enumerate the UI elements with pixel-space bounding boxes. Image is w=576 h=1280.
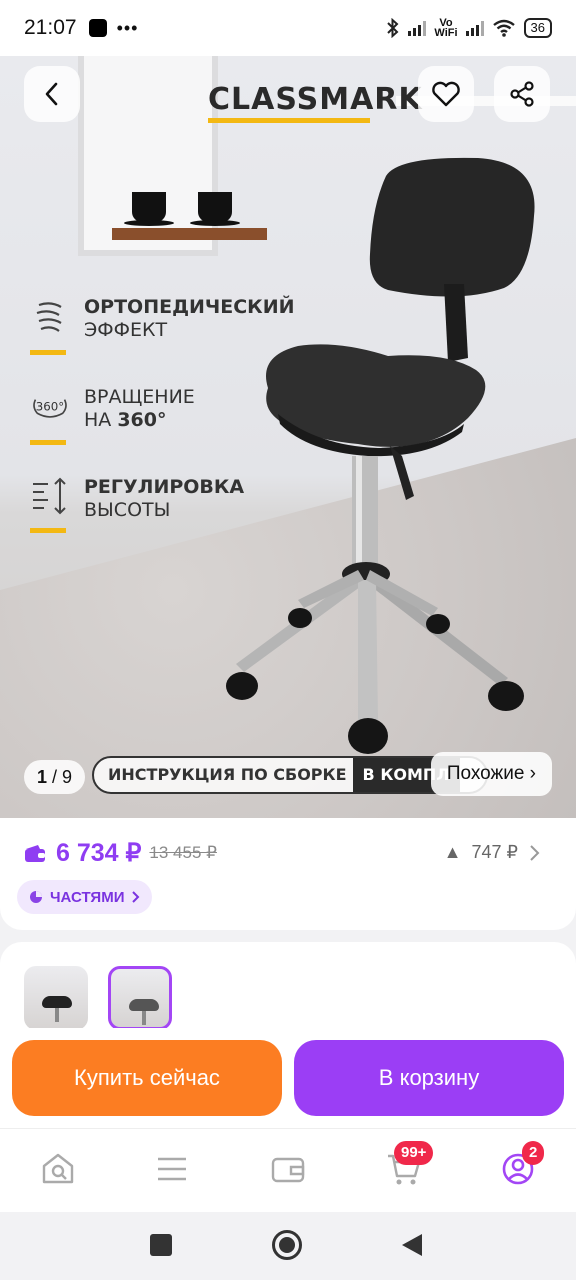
- assembly-instructions-banner[interactable]: ИНСТРУКЦИЯ ПО СБОРКЕ В КОМПЛ: [92, 756, 488, 794]
- assembly-text: ИНСТРУКЦИЯ ПО СБОРКЕ: [108, 765, 347, 784]
- similar-products-button[interactable]: Похожие ›: [430, 752, 552, 796]
- installments-button[interactable]: ЧАСТЯМИ: [17, 880, 153, 914]
- orthopedic-icon: [30, 296, 70, 336]
- battery-icon: 36: [523, 18, 552, 38]
- nav-wallet[interactable]: [268, 1149, 308, 1189]
- back-system-button[interactable]: [400, 1232, 424, 1258]
- product-chair-image: [226, 157, 535, 754]
- profile-badge: 2: [522, 1141, 545, 1165]
- current-price: 6 734 ₽: [56, 839, 142, 867]
- height-adjust-icon: [30, 476, 70, 516]
- wallet-price-icon: [25, 845, 45, 862]
- svg-text:360°: 360°: [36, 400, 64, 414]
- price-row: 6 734 ₽ 13 455 ₽: [24, 838, 217, 868]
- feature-orthopedic-line2: ЭФФЕКТ: [84, 319, 168, 341]
- bluetooth-icon: [387, 18, 399, 38]
- product-image-gallery[interactable]: CLASSMARK ОРТОПЕДИЧЕСКИЙ ЭФФЕКТ 360° ВРАЩ…: [0, 56, 576, 818]
- system-navigation-bar: [0, 1212, 576, 1280]
- notification-app-icon: [88, 19, 107, 37]
- buy-now-button[interactable]: Купить сейчас: [12, 1040, 282, 1116]
- action-bar: Купить сейчас В корзину: [0, 1028, 576, 1128]
- pie-chart-icon: [30, 891, 42, 903]
- status-icons: Vo WiFi 36: [386, 17, 552, 39]
- home-system-button[interactable]: [272, 1230, 302, 1260]
- image-counter: 1 / 9: [24, 760, 86, 794]
- variant-thumbnail[interactable]: [24, 966, 88, 1030]
- nav-cart[interactable]: 99+: [384, 1141, 434, 1189]
- wifi-icon: [492, 19, 515, 37]
- cart-badge: 99+: [394, 1141, 434, 1165]
- signal-icon-2: [465, 20, 484, 36]
- catalog-icon: [158, 1157, 186, 1181]
- old-price: 13 455 ₽: [149, 843, 217, 862]
- feature-underline: [30, 350, 66, 355]
- bottom-navigation: 99+ 2: [0, 1128, 576, 1212]
- variant-thumbnails: [0, 942, 576, 1042]
- heart-icon: [432, 81, 460, 107]
- signal-icon: [408, 20, 427, 36]
- brand-underline: [208, 118, 370, 123]
- rotation-360-icon: 360°: [30, 386, 70, 426]
- feature-rotation-line1: ВРАЩЕНИЕ: [84, 386, 195, 408]
- nav-profile[interactable]: 2: [498, 1141, 545, 1189]
- background-saucer: [124, 220, 174, 226]
- chevron-right-icon: [530, 844, 540, 861]
- nav-catalog[interactable]: [152, 1149, 192, 1189]
- feature-underline: [30, 528, 66, 533]
- chevron-left-icon: [45, 82, 58, 106]
- feature-rotation: 360° ВРАЩЕНИЕ НА 360°: [30, 386, 195, 445]
- vowifi-icon: Vo WiFi: [434, 17, 458, 39]
- app-screen: 21:07 ••• Vo WiFi 36 CLASSMARK ОРТОПЕДИЧ…: [0, 0, 576, 1280]
- share-button[interactable]: [494, 66, 550, 122]
- installments-label: ЧАСТЯМИ: [50, 888, 125, 906]
- favorite-button[interactable]: [418, 66, 474, 122]
- back-button[interactable]: [24, 66, 80, 122]
- bonus-amount: 747 ₽: [471, 842, 519, 862]
- status-time: 21:07: [24, 16, 77, 39]
- brand-logo: CLASSMARK: [208, 82, 423, 117]
- nav-home[interactable]: [38, 1149, 78, 1189]
- recent-apps-button[interactable]: [150, 1234, 172, 1256]
- feature-height: РЕГУЛИРОВКА ВЫСОТЫ: [30, 476, 244, 533]
- more-notifications-icon: •••: [116, 17, 139, 38]
- status-bar: 21:07 ••• Vo WiFi 36: [0, 0, 576, 56]
- share-icon: [510, 81, 534, 107]
- feature-rotation-line2-prefix: НА: [84, 409, 118, 431]
- bonus-points-link[interactable]: ▲ 747 ₽: [444, 842, 540, 863]
- add-to-cart-button[interactable]: В корзину: [294, 1040, 564, 1116]
- bonus-triangle-icon: ▲: [443, 842, 462, 862]
- chevron-right-icon: [132, 891, 140, 903]
- feature-height-line2: ВЫСОТЫ: [84, 499, 171, 521]
- variant-thumbnail-selected[interactable]: [108, 966, 172, 1030]
- background-cup: [132, 192, 166, 222]
- feature-underline: [30, 440, 66, 445]
- home-icon: [42, 1153, 74, 1184]
- price-section: 6 734 ₽ 13 455 ₽ ▲ 747 ₽ ЧАСТЯМИ: [0, 818, 576, 930]
- wallet-icon: [271, 1157, 305, 1183]
- feature-rotation-line2-bold: 360°: [117, 409, 167, 431]
- background-mirror: [78, 56, 218, 256]
